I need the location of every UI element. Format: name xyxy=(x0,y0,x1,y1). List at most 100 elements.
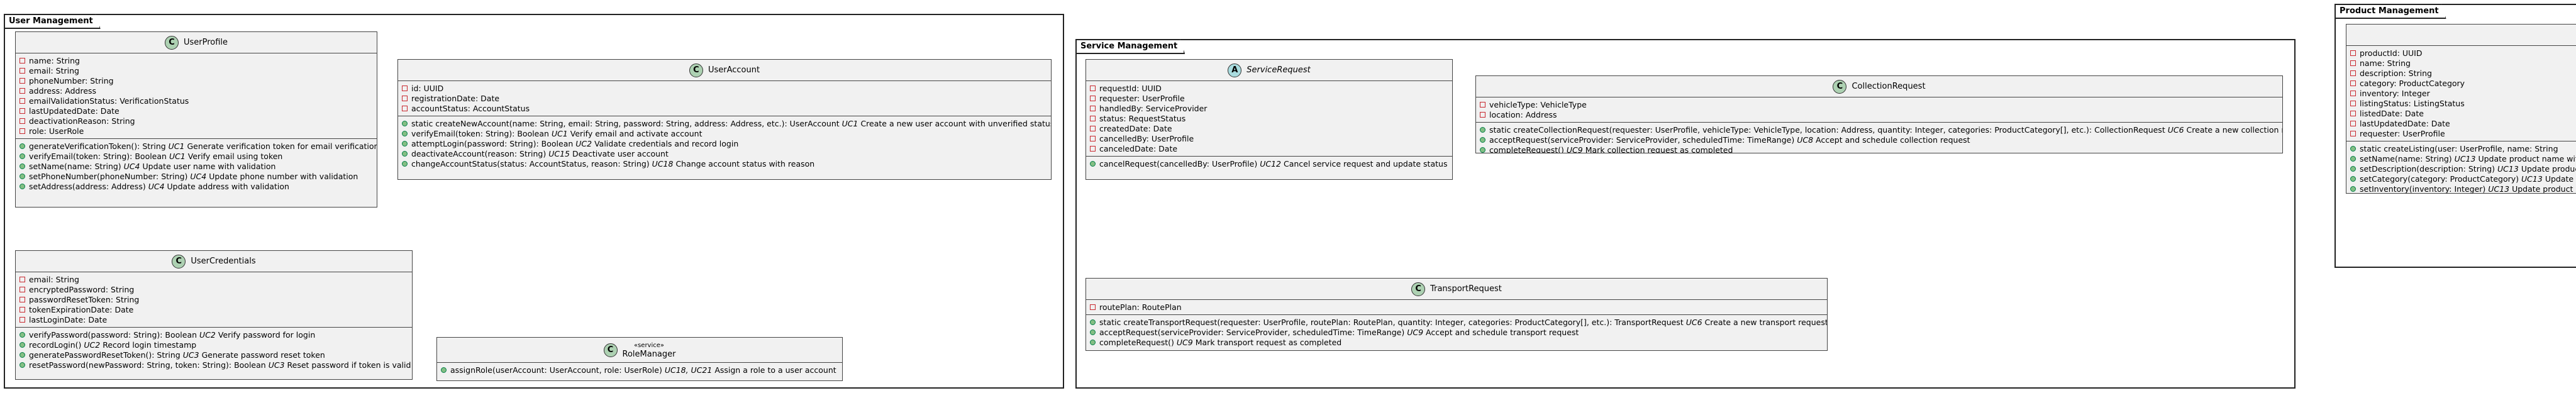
public-icon xyxy=(402,140,408,147)
private-icon xyxy=(1090,145,1096,152)
public-icon xyxy=(2350,155,2356,162)
public-icon xyxy=(19,163,25,169)
class-name: CollectionRequest xyxy=(1852,82,1926,91)
public-icon xyxy=(19,331,25,338)
class-header: C UserCredentials xyxy=(16,251,412,272)
field-row: email: String xyxy=(16,274,412,284)
abstract-class-a-icon: A xyxy=(1228,63,1242,77)
fields-section: email: String encryptedPassword: String … xyxy=(16,272,412,328)
private-icon xyxy=(2350,70,2356,76)
public-icon xyxy=(441,367,447,373)
class-product[interactable]: productId: UUID name: String description… xyxy=(2346,24,2576,194)
private-icon xyxy=(2350,60,2356,66)
method-row: assignRole(userAccount: UserAccount, rol… xyxy=(437,365,842,375)
class-header xyxy=(2346,25,2576,46)
private-icon xyxy=(19,276,25,282)
private-icon xyxy=(2350,80,2356,86)
method-row: static createListing(user: UserProfile, … xyxy=(2346,143,2576,153)
fields-section: productId: UUID name: String description… xyxy=(2346,46,2576,141)
private-icon xyxy=(1090,115,1096,121)
method-row: setDescription(description: String) UC13… xyxy=(2346,163,2576,174)
methods-section: verifyPassword(password: String): Boolea… xyxy=(16,328,412,372)
method-row: changeAccountStatus(status: AccountStatu… xyxy=(398,158,1051,169)
class-header: C UserAccount xyxy=(398,60,1051,81)
private-icon xyxy=(1090,304,1096,310)
field-row: location: Address xyxy=(1476,109,2282,119)
method-row: setAddress(address: Address) UC4 Update … xyxy=(16,181,377,191)
field-row: id: UUID xyxy=(398,83,1051,93)
field-row: address: Address xyxy=(16,86,377,96)
class-collectionrequest[interactable]: C CollectionRequest vehicleType: Vehicle… xyxy=(1475,75,2283,153)
package-title: Service Management xyxy=(1075,39,1185,54)
private-icon xyxy=(19,67,25,74)
field-row: status: RequestStatus xyxy=(1086,113,1452,123)
private-icon xyxy=(2350,120,2356,126)
private-icon xyxy=(19,57,25,64)
class-stereotype: «service» xyxy=(633,341,665,349)
field-row: emailValidationStatus: VerificationStatu… xyxy=(16,96,377,106)
field-row: vehicleType: VehicleType xyxy=(1476,99,2282,109)
field-row: requester: UserProfile xyxy=(2346,128,2576,138)
class-userprofile[interactable]: C UserProfile name: String email: String… xyxy=(15,31,377,208)
private-icon xyxy=(19,316,25,323)
method-row: attemptLogin(password: String): Boolean … xyxy=(398,138,1051,148)
class-name: UserAccount xyxy=(708,65,760,75)
fields-section: name: String email: String phoneNumber: … xyxy=(16,53,377,139)
public-icon xyxy=(402,150,408,157)
private-icon xyxy=(1480,111,1485,118)
field-row: canceledDate: Date xyxy=(1086,143,1452,153)
private-icon xyxy=(19,286,25,292)
private-icon xyxy=(19,108,25,114)
methods-section: assignRole(userAccount: UserAccount, rol… xyxy=(437,363,842,377)
public-icon xyxy=(19,143,25,149)
field-row: inventory: Integer xyxy=(2346,88,2576,98)
class-servicerequest[interactable]: A ServiceRequest requestId: UUID request… xyxy=(1085,59,1453,180)
fields-section: id: UUID registrationDate: Date accountS… xyxy=(398,81,1051,116)
field-row: handledBy: ServiceProvider xyxy=(1086,103,1452,113)
class-header: C UserProfile xyxy=(16,32,377,53)
method-row: static createNewAccount(name: String, em… xyxy=(398,118,1051,128)
class-usercredentials[interactable]: C UserCredentials email: String encrypte… xyxy=(15,250,413,380)
method-row: setPhoneNumber(phoneNumber: String) UC4 … xyxy=(16,171,377,181)
field-row: category: ProductCategory xyxy=(2346,78,2576,88)
class-transportrequest[interactable]: C TransportRequest routePlan: RoutePlan … xyxy=(1085,278,1828,351)
private-icon xyxy=(402,95,408,101)
field-row: requester: UserProfile xyxy=(1086,93,1452,103)
fields-section: routePlan: RoutePlan xyxy=(1086,300,1827,315)
public-icon xyxy=(402,160,408,167)
method-row: setName(name: String) UC4 Update user na… xyxy=(16,161,377,171)
class-useraccount[interactable]: C UserAccount id: UUID registrationDate:… xyxy=(397,59,1052,180)
class-header: C «service» RoleManager xyxy=(437,338,842,363)
field-row: accountStatus: AccountStatus xyxy=(398,103,1051,113)
private-icon xyxy=(19,306,25,313)
private-icon xyxy=(1090,135,1096,141)
public-icon xyxy=(1090,160,1096,167)
field-row: productId: UUID xyxy=(2346,48,2576,58)
field-row: requestId: UUID xyxy=(1086,83,1452,93)
method-row: setInventory(inventory: Integer) UC13 Up… xyxy=(2346,184,2576,193)
public-icon xyxy=(1480,136,1485,143)
private-icon xyxy=(2350,50,2356,56)
method-row: acceptRequest(serviceProvider: ServicePr… xyxy=(1476,135,2282,145)
field-row: lastUpdatedDate: Date xyxy=(2346,118,2576,128)
public-icon xyxy=(2350,165,2356,172)
public-icon xyxy=(19,173,25,179)
public-icon xyxy=(402,120,408,126)
private-icon xyxy=(402,105,408,111)
private-icon xyxy=(19,87,25,94)
field-row: listedDate: Date xyxy=(2346,108,2576,118)
method-row: resetPassword(newPassword: String, token… xyxy=(16,360,412,370)
field-row: name: String xyxy=(16,55,377,65)
method-row: verifyPassword(password: String): Boolea… xyxy=(16,329,412,340)
public-icon xyxy=(2350,145,2356,152)
class-name: RoleManager xyxy=(622,349,676,359)
package-title: User Management xyxy=(4,14,101,29)
package-title: Product Management xyxy=(2334,4,2446,19)
fields-section: requestId: UUID requester: UserProfile h… xyxy=(1086,81,1452,157)
field-row: deactivationReason: String xyxy=(16,116,377,126)
class-rolemanager[interactable]: C «service» RoleManager assignRole(userA… xyxy=(436,337,843,381)
class-header: C CollectionRequest xyxy=(1476,76,2282,97)
methods-section: static createNewAccount(name: String, em… xyxy=(398,116,1051,171)
method-row: completeRequest() UC9 Mark transport req… xyxy=(1086,337,1827,347)
private-icon xyxy=(1090,85,1096,91)
